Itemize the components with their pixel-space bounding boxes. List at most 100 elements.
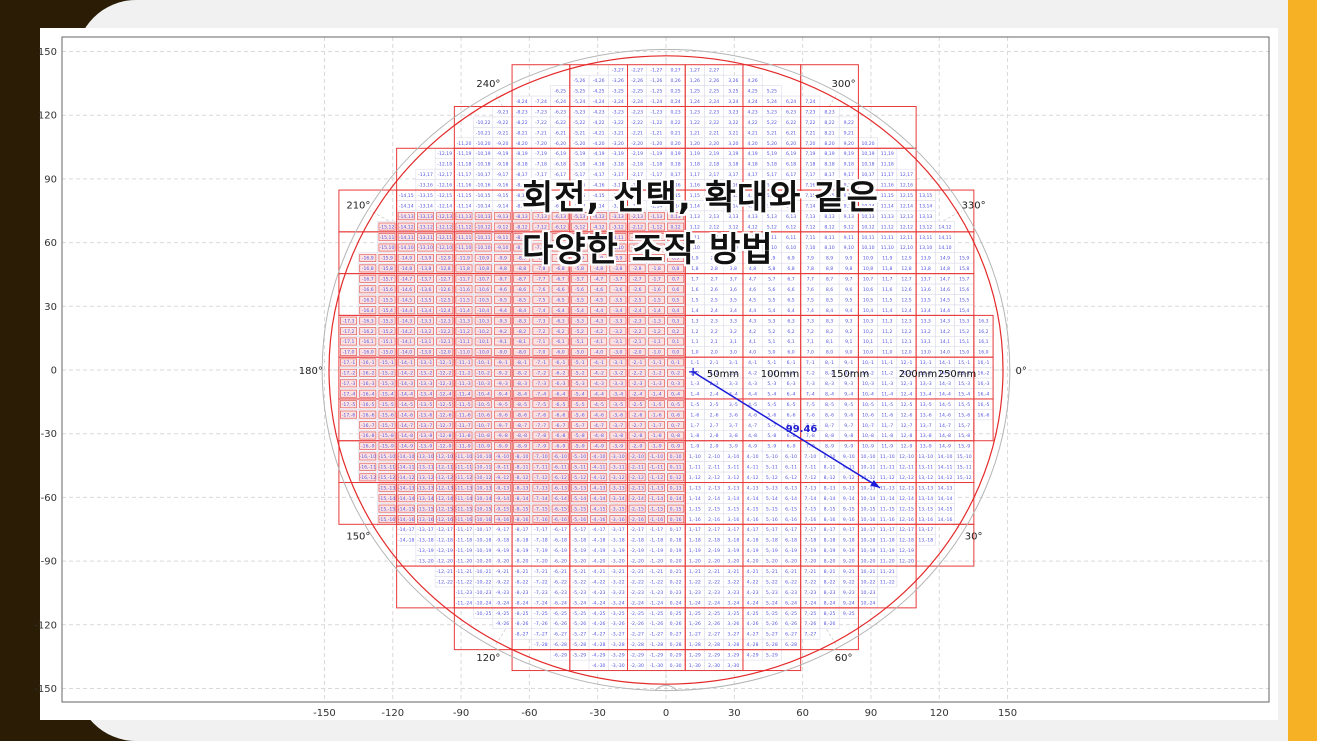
die-cell[interactable]: 2,-4 [704,388,724,400]
die-cell[interactable]: 5,3 [761,315,782,327]
die-cell[interactable]: -1,2 [646,325,667,337]
die-cell[interactable]: 3,-8 [723,430,744,441]
die-cell[interactable]: -12,-9 [434,440,455,452]
die-cell[interactable]: -5,-16 [569,513,590,525]
die-cell[interactable]: -10,5 [473,294,494,306]
die-cell[interactable]: 6,-10 [781,450,801,462]
die-cell[interactable]: -7,-25 [531,607,551,619]
die-cell[interactable]: -13,13 [415,210,436,222]
die-cell[interactable]: -11,-20 [454,555,474,567]
die-cell[interactable]: 0,-4 [665,388,686,400]
die-cell[interactable]: 14,-16 [935,513,955,525]
die-cell[interactable]: 12,3 [896,315,917,327]
die-cell[interactable]: -4,-18 [588,534,609,546]
die-cell[interactable]: -6,-19 [550,544,571,556]
die-cell[interactable]: -6,-22 [550,576,571,588]
die-cell[interactable]: -2,-13 [627,482,648,494]
die-cell[interactable]: -11,8 [454,262,474,274]
die-cell[interactable]: -10,14 [473,200,494,212]
die-cell[interactable]: -13,-3 [415,377,436,389]
die-cell[interactable]: -14,-16 [396,513,417,525]
die-cell[interactable]: -4,6 [588,283,609,295]
die-cell[interactable]: -7,22 [531,116,551,128]
die-cell[interactable]: -11,2 [454,325,474,337]
die-cell[interactable]: -7,-1 [531,356,551,368]
die-cell[interactable]: 5,-19 [761,544,782,556]
die-cell[interactable]: 15,9 [954,252,975,264]
die-cell[interactable]: 0,-8 [665,430,686,441]
die-cell[interactable]: 9,-21 [838,565,859,577]
die-cell[interactable]: -6,-9 [550,440,571,452]
die-cell[interactable]: 15,-4 [954,388,975,400]
die-cell[interactable]: 2,-17 [704,524,724,535]
die-cell[interactable]: -11,-4 [454,388,474,400]
die-cell[interactable]: -14,-17 [396,524,417,535]
die-cell[interactable]: 14,-1 [935,356,955,368]
die-cell[interactable]: 2,-20 [704,555,724,567]
die-cell[interactable]: 3,25 [723,85,744,97]
die-cell[interactable]: -3,-9 [608,440,628,452]
die-cell[interactable]: 8,6 [819,283,840,295]
die-cell[interactable]: 0,-22 [665,576,686,588]
die-cell[interactable]: 10,-15 [858,503,878,515]
die-cell[interactable]: -13,4 [415,304,436,316]
die-cell[interactable]: 0,-19 [665,544,686,556]
die-cell[interactable]: 4,-2 [742,367,763,379]
die-cell[interactable]: -7,-21 [531,565,551,577]
die-cell[interactable]: 8,0 [819,346,840,358]
die-cell[interactable]: -1,-5 [646,398,667,410]
die-cell[interactable]: -12,12 [434,221,455,233]
die-cell[interactable]: -12,10 [434,242,455,253]
die-cell[interactable]: -3,21 [608,127,628,139]
die-cell[interactable]: -10,-15 [473,503,494,515]
die-cell[interactable]: 8,21 [819,127,840,139]
die-cell[interactable]: -3,-15 [608,503,628,515]
die-cell[interactable]: -1,-17 [646,524,667,535]
die-cell[interactable]: 10,-22 [858,576,878,588]
die-cell[interactable]: -5,-24 [569,597,590,609]
die-cell[interactable]: -7,18 [531,158,551,170]
die-cell[interactable]: -1,0 [646,346,667,358]
die-cell[interactable]: 6,9 [781,252,801,264]
die-cell[interactable]: -6,-8 [550,430,571,441]
die-cell[interactable]: -8,1 [511,336,532,347]
die-cell[interactable]: -12,0 [434,346,455,358]
die-cell[interactable]: 7,-20 [800,555,821,567]
die-cell[interactable]: -3,-22 [608,576,628,588]
die-cell[interactable]: -14,5 [396,294,417,306]
die-cell[interactable]: -9,1 [492,336,513,347]
die-cell[interactable]: -3,-10 [608,450,628,462]
die-cell[interactable]: 8,-24 [819,597,840,609]
die-cell[interactable]: -5,-9 [569,440,590,452]
die-cell[interactable]: 8,-13 [819,482,840,494]
die-cell[interactable]: -17,-6 [338,409,359,421]
die-cell[interactable]: -13,-14 [415,492,436,504]
die-cell[interactable]: 13,-9 [915,440,936,452]
die-cell[interactable]: 10,-9 [858,440,878,452]
die-cell[interactable]: 4,3 [742,315,763,327]
die-cell[interactable]: -15,-9 [377,440,397,452]
die-cell[interactable]: 8,20 [819,137,840,149]
die-cell[interactable]: -2,19 [627,148,648,159]
die-cell[interactable]: -9,-19 [492,544,513,556]
die-cell[interactable]: -2,-16 [627,513,648,525]
die-cell[interactable]: -5,-10 [569,450,590,462]
die-cell[interactable]: 4,4 [742,304,763,316]
die-cell[interactable]: 4,23 [742,106,763,118]
die-cell[interactable]: -6,-17 [550,524,571,535]
die-cell[interactable]: 11,6 [877,283,898,295]
die-cell[interactable]: -8,-22 [511,576,532,588]
die-cell[interactable]: -12,-12 [434,471,455,483]
die-cell[interactable]: 9,-10 [838,450,859,462]
die-cell[interactable]: -15,10 [377,242,397,253]
die-cell[interactable]: -12,-16 [434,513,455,525]
die-cell[interactable]: 1,-17 [684,524,705,535]
die-cell[interactable]: -15,12 [377,221,397,233]
die-cell[interactable]: -6,4 [550,304,571,316]
die-cell[interactable]: -16,1 [357,336,378,347]
die-cell[interactable]: -2,-21 [627,565,648,577]
die-cell[interactable]: -9,5 [492,294,513,306]
die-cell[interactable]: 11,-10 [877,450,898,462]
die-cell[interactable]: -14,-15 [396,503,417,515]
die-cell[interactable]: 9,-16 [838,513,859,525]
